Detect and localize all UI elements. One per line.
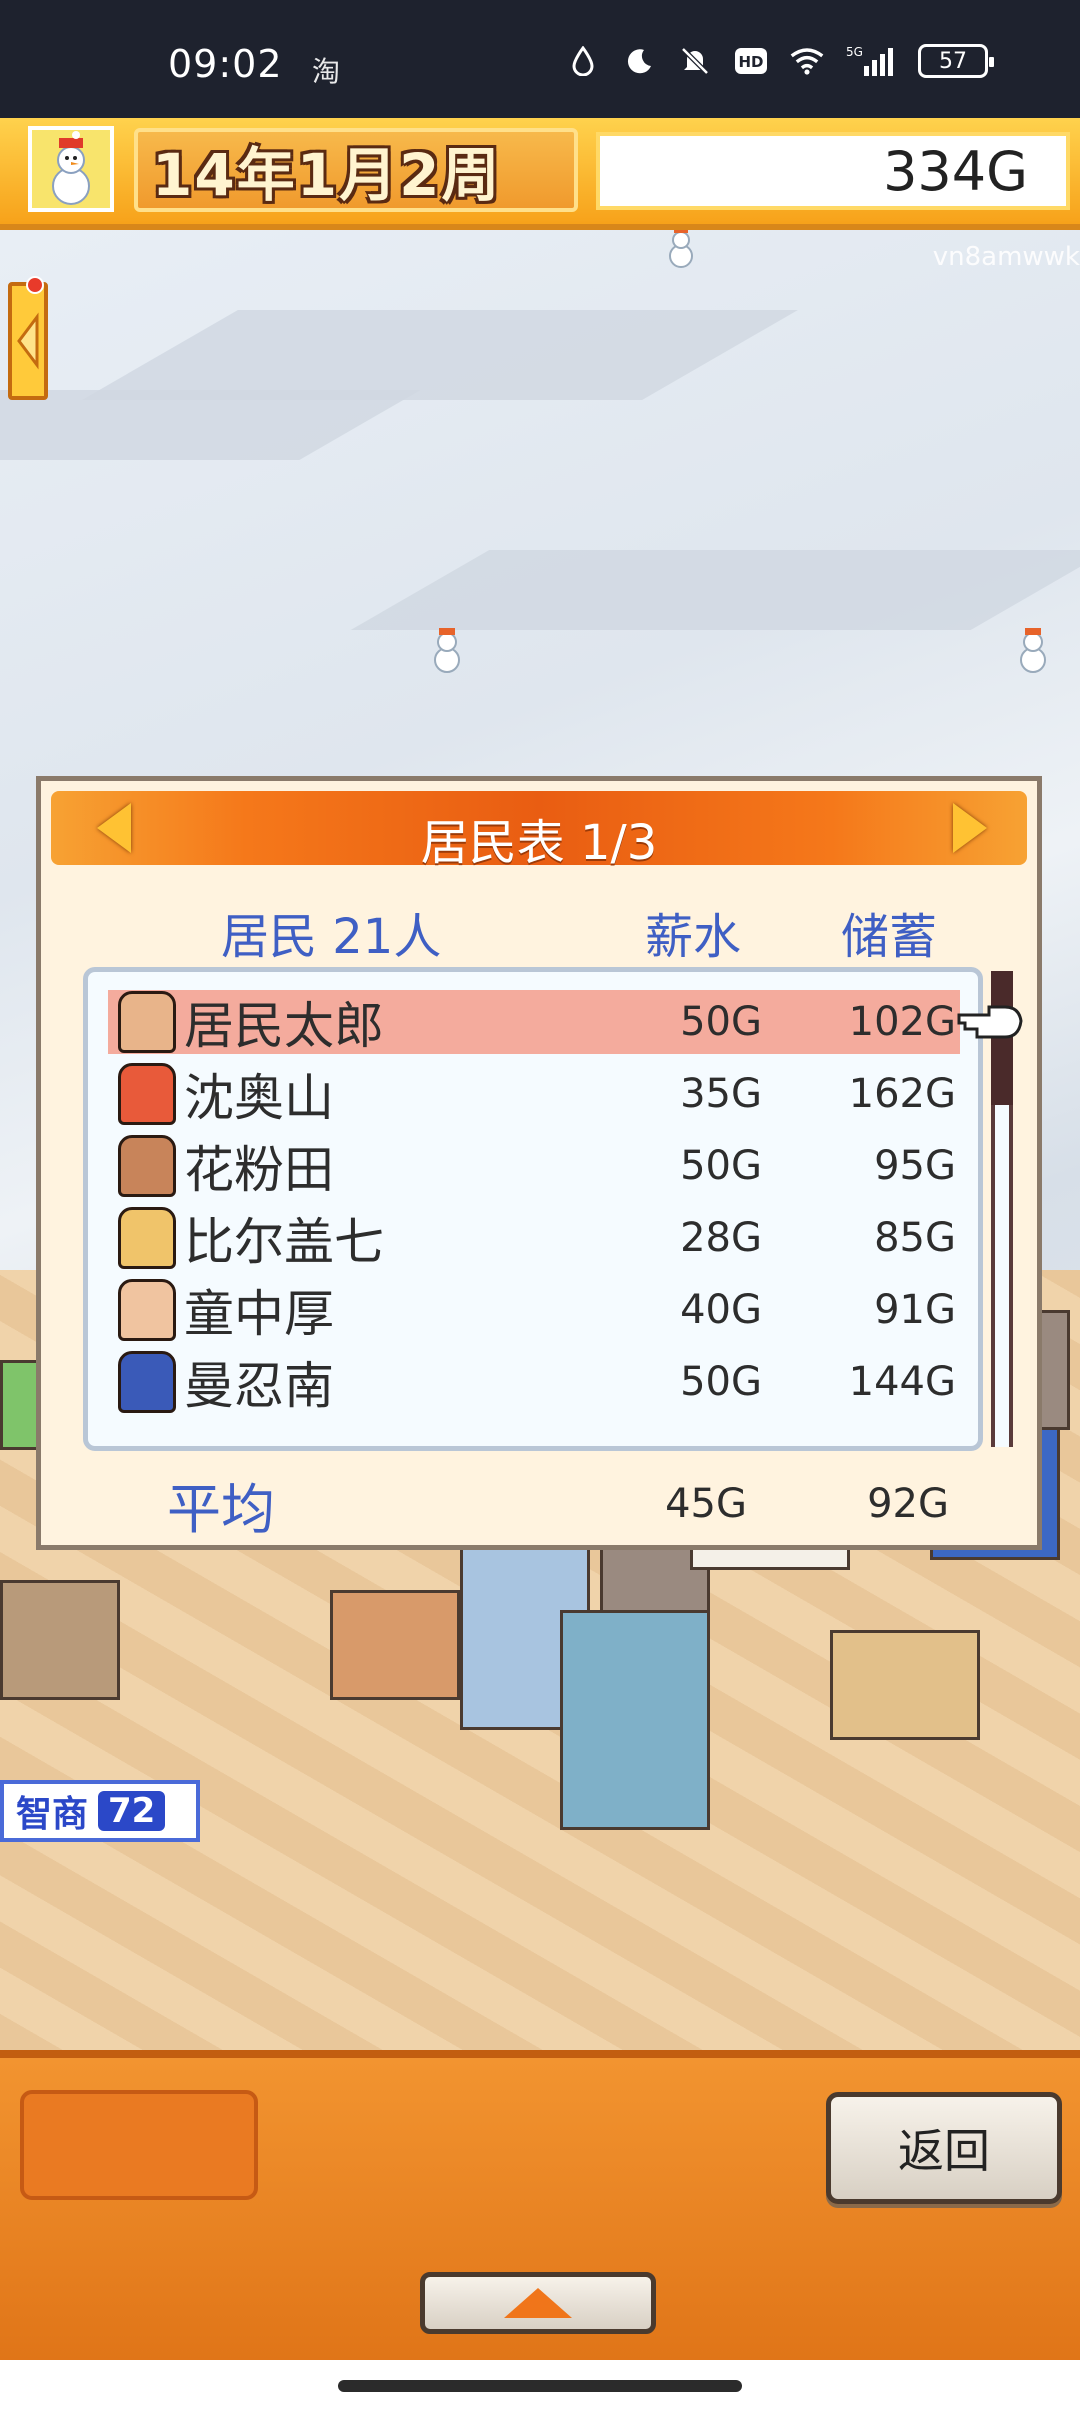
resident-row[interactable]: 曼忍南 50G 144G [108, 1350, 960, 1415]
resident-row[interactable]: 花粉田 50G 95G [108, 1134, 960, 1199]
resident-name: 花粉田 [184, 1141, 334, 1199]
residents-group[interactable] [0, 1580, 120, 1700]
resident-row[interactable]: 居民太郎 50G 102G [108, 990, 960, 1055]
resident-savings: 91G [874, 1287, 956, 1333]
snowman-icon [28, 126, 114, 212]
resident-salary: 50G [680, 1143, 762, 1189]
resident-row[interactable]: 比尔盖七 28G 85G [108, 1206, 960, 1271]
bottom-bar: 返回 [0, 2050, 1080, 2360]
hd-icon: HD [734, 44, 768, 78]
bell-off-icon [678, 44, 712, 78]
notification-dot [26, 276, 44, 294]
snow-road [0, 390, 421, 460]
info-slot [20, 2090, 258, 2200]
snowman-decoration [669, 230, 693, 268]
snow-road [82, 310, 798, 400]
game-date: 14年1月2周 [152, 141, 502, 209]
signal-5g-icon: 5G [846, 44, 896, 78]
resident-avatar [118, 1207, 176, 1269]
game-top-bar: 14年1月2周 334G [0, 118, 1080, 230]
taobao-notification-icon: 淘 [312, 55, 341, 88]
header-savings[interactable]: 储蓄 [841, 897, 937, 967]
resident-row[interactable]: 沈奥山 35G 162G [108, 1062, 960, 1127]
building[interactable] [560, 1610, 710, 1830]
resident-salary: 28G [680, 1215, 762, 1261]
resident-avatar [118, 991, 176, 1053]
resident-avatar [118, 1135, 176, 1197]
resident-name: 居民太郎 [184, 997, 384, 1055]
battery-indicator: 57 [918, 44, 994, 78]
resident-name: 比尔盖七 [184, 1213, 384, 1271]
resident-avatar [118, 1063, 176, 1125]
snowman-decoration [1020, 628, 1046, 673]
water-drop-icon [566, 44, 600, 78]
wisdom-badge: 智商 72 [0, 1780, 200, 1842]
resident-savings: 95G [874, 1143, 956, 1189]
back-button[interactable]: 返回 [826, 2092, 1062, 2204]
header-residents: 居民 21人 [221, 909, 442, 965]
watermark: vn8amwwk [932, 242, 1080, 272]
next-page-button[interactable] [953, 803, 987, 853]
resident-savings: 85G [874, 1215, 956, 1261]
resident-name: 童中厚 [184, 1285, 334, 1343]
resident-salary: 35G [680, 1071, 762, 1117]
resident-salary: 40G [680, 1287, 762, 1333]
panel-title: 居民表 1/3 [420, 815, 658, 871]
snowman-decoration [434, 628, 460, 673]
average-savings: 92G [867, 1481, 949, 1527]
wisdom-value: 72 [98, 1791, 166, 1831]
moon-icon [622, 44, 656, 78]
svg-text:5G: 5G [846, 45, 863, 59]
resident-name: 沈奥山 [184, 1069, 334, 1127]
status-icons: HD 5G 57 [566, 44, 994, 78]
pointing-hand-icon [957, 1005, 1023, 1039]
resident-salary: 50G [680, 1359, 762, 1405]
side-menu-tab[interactable] [8, 282, 48, 400]
resident-savings: 162G [848, 1071, 956, 1117]
date-display: 14年1月2周 [134, 128, 578, 212]
residents-panel: 居民表 1/3 居民 21人 薪水 储蓄 居民太郎 50G 102G 沈奥山 3… [36, 776, 1042, 1550]
triangle-up-icon [504, 2288, 572, 2318]
wisdom-label: 智商 [16, 1794, 89, 1835]
resident-salary: 50G [680, 999, 762, 1045]
resident-avatar [118, 1279, 176, 1341]
status-time: 09:02 [168, 42, 283, 86]
wifi-icon [790, 44, 824, 78]
resident-avatar [118, 1351, 176, 1413]
svg-text:HD: HD [738, 53, 763, 71]
shop[interactable] [830, 1630, 980, 1740]
header-salary[interactable]: 薪水 [645, 897, 741, 967]
snow-road [350, 550, 1080, 630]
resident-row[interactable]: 童中厚 40G 91G [108, 1278, 960, 1343]
status-bar: 09:02 淘 HD 5G 57 [0, 0, 1080, 118]
resident-savings: 144G [848, 1359, 956, 1405]
money-display: 334G [596, 132, 1070, 210]
residents-list: 居民太郎 50G 102G 沈奥山 35G 162G 花粉田 50G 95G 比… [83, 967, 983, 1451]
resident-savings: 102G [848, 999, 956, 1045]
expand-menu-button[interactable] [420, 2272, 656, 2334]
home-gesture-handle[interactable] [338, 2380, 742, 2392]
resident-name: 曼忍南 [184, 1357, 334, 1415]
system-nav-bar [0, 2360, 1080, 2412]
average-salary: 45G [665, 1481, 747, 1527]
panel-header: 居民表 1/3 [51, 791, 1027, 871]
building[interactable] [330, 1590, 460, 1700]
average-label: 平均 [167, 1478, 275, 1541]
chevron-left-icon [17, 312, 39, 370]
